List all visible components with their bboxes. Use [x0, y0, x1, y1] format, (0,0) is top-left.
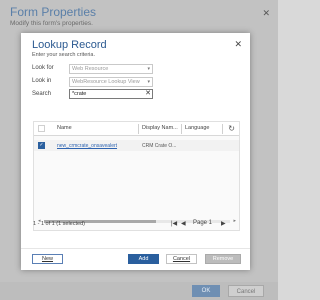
form-properties-cancel-button[interactable]: Cancel	[228, 285, 264, 297]
look-for-value: Web Resource	[72, 66, 109, 72]
previous-page-icon[interactable]: ◀	[181, 220, 186, 227]
page-label: Page 1	[193, 220, 213, 226]
refresh-icon[interactable]: ↻	[228, 124, 235, 133]
column-header-name[interactable]: Name	[57, 125, 72, 131]
selection-count: 1 - 1 of 1 (1 selected)	[33, 221, 85, 227]
column-divider[interactable]	[222, 124, 223, 134]
select-all-checkbox[interactable]	[38, 125, 45, 132]
cancel-button-label: Cancel	[172, 256, 191, 262]
row-checkbox[interactable]: ✓	[38, 142, 45, 149]
table-row[interactable]: ✓ new_crmcrate_onsavealert CRM Crate O..…	[34, 140, 239, 151]
row-name-link[interactable]: new_crmcrate_onsavealert	[57, 143, 117, 149]
row-display-name: CRM Crate O...	[142, 143, 177, 149]
lookup-subtitle: Enter your search criteria.	[32, 52, 95, 58]
column-header-display-name[interactable]: Display Nam...	[142, 125, 178, 131]
look-in-value: WebResource Lookup View	[72, 79, 140, 85]
clear-icon[interactable]: ✕	[145, 90, 151, 98]
search-value: *crate	[72, 91, 87, 97]
form-properties-title: Form Properties	[10, 5, 97, 19]
form-properties-header: Form Properties Modify this form's prope…	[0, 0, 278, 34]
look-in-select[interactable]: WebResource Lookup View ▾	[69, 77, 153, 87]
chevron-down-icon: ▾	[147, 79, 150, 85]
column-divider[interactable]	[181, 124, 182, 134]
search-label: Search	[32, 91, 52, 97]
form-properties-close-icon[interactable]: ✕	[262, 8, 270, 19]
new-button[interactable]: New	[32, 254, 63, 264]
search-input[interactable]: *crate ✕	[69, 89, 153, 99]
results-grid: Name Display Nam... Language ↻ ✓ new_crm…	[33, 121, 240, 231]
add-button[interactable]: Add	[128, 254, 159, 264]
remove-value-button[interactable]: Remove Value	[205, 254, 241, 270]
grid-header: Name Display Nam... Language ↻	[34, 122, 239, 136]
close-icon[interactable]: ✕	[234, 39, 242, 50]
form-properties-subtitle: Modify this form's properties.	[10, 20, 93, 27]
look-for-select[interactable]: Web Resource ▾	[69, 64, 153, 74]
form-properties-ok-button[interactable]: OK	[192, 285, 220, 297]
column-header-language[interactable]: Language	[185, 125, 209, 131]
scroll-right-icon[interactable]: ▸	[233, 218, 236, 224]
column-divider[interactable]	[138, 124, 139, 134]
look-for-label: Look for	[32, 65, 54, 71]
cancel-button[interactable]: Cancel	[166, 254, 197, 264]
lookup-record-dialog: Lookup Record Enter your search criteria…	[21, 33, 250, 270]
first-page-icon[interactable]: |◀	[171, 220, 177, 227]
lookup-title: Lookup Record	[32, 39, 107, 51]
lookup-footer: New Add Cancel Remove Value	[21, 248, 250, 270]
new-button-label: New	[41, 256, 53, 262]
look-in-label: Look in	[32, 78, 52, 84]
next-page-icon[interactable]: ▶	[221, 220, 226, 227]
chevron-down-icon: ▾	[147, 66, 150, 72]
